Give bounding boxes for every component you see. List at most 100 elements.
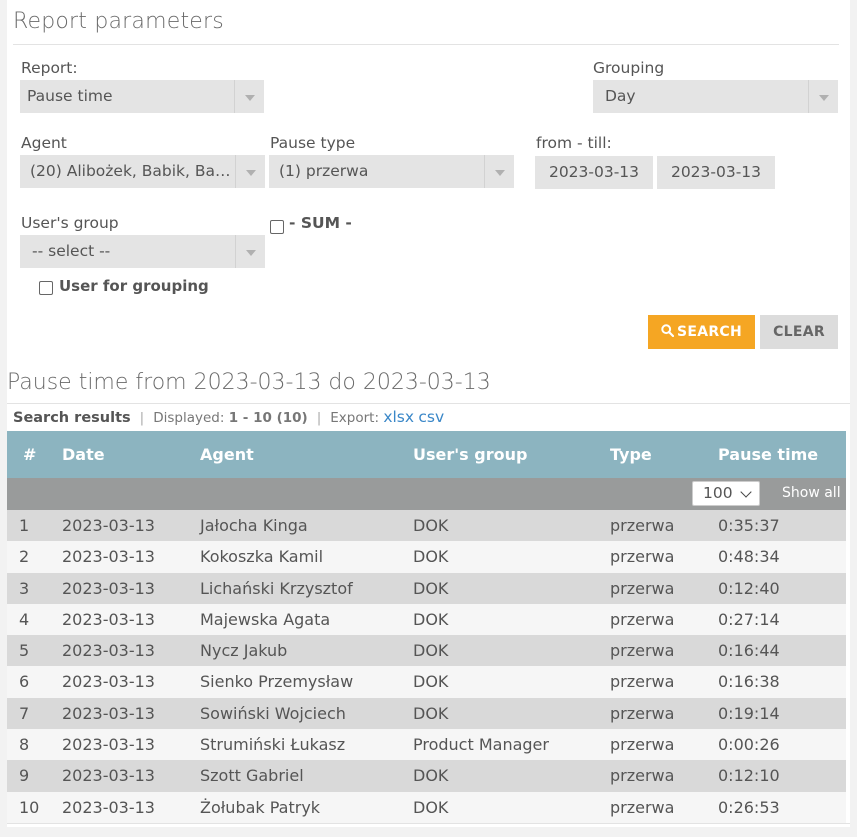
cell-date: 2023-03-13 [62,766,155,786]
cell-pause-time: 0:27:14 [718,609,780,629]
cell-agent: Jałocha Kinga [200,516,308,535]
export-xlsx-link[interactable]: xlsx [383,408,414,426]
cell-date: 2023-03-13 [62,609,155,629]
chevron-down-icon [740,486,752,498]
agent-label: Agent [21,134,67,152]
cell-type: przerwa [610,547,675,567]
table-row[interactable]: 5 2023-03-13 Nycz Jakub DOK przerwa 0:16:44 [7,635,846,667]
column-header-agent[interactable]: Agent [200,431,254,478]
cell-pause-time: 0:35:37 [718,516,780,535]
cell-pause-time: 0:19:14 [718,703,780,723]
separator: | [139,410,145,426]
cell-date: 2023-03-13 [62,516,155,535]
cell-pause-time: 0:48:34 [718,547,780,567]
results-info-bar: Search results | Displayed: 1 - 10 (10) | Ex… [13,408,444,426]
cell-type: przerwa [610,766,675,786]
cell-number: 10 [19,797,40,817]
cell-agent: Żołubak Patryk [200,797,321,817]
chevron-down-icon [234,80,264,113]
cell-users-group: DOK [413,766,449,786]
column-header-number[interactable]: # [23,431,36,478]
cell-users-group: DOK [413,672,449,692]
cell-date: 2023-03-13 [62,672,155,692]
sum-label: - SUM - [289,214,352,232]
cell-agent: Nycz Jakub [200,641,288,661]
results-title: Pause time from 2023-03-13 do 2023-03-13 [7,370,491,395]
pager-bar: 100 Show all [7,478,846,510]
table-row[interactable]: 3 2023-03-13 Lichański Krzysztof DOK przerwa… [7,572,846,604]
cell-date: 2023-03-13 [62,578,155,598]
cell-type: przerwa [610,672,675,692]
pause-type-select[interactable]: (1) przerwa [269,155,514,188]
results-table-body: 1 2023-03-13 Jałocha Kinga DOK przerwa 0:35:3… [7,510,846,823]
user-for-grouping-label: User for grouping [59,277,209,295]
table-row[interactable]: 7 2023-03-13 Sowiński Wojciech DOK przerwa 0:… [7,697,846,730]
cell-number: 7 [19,703,30,723]
cell-number: 8 [19,735,30,755]
chevron-down-icon [235,155,265,188]
cell-users-group: DOK [413,609,449,629]
cell-agent: Majewska Agata [200,609,331,629]
report-select-value: Pause time [27,87,113,105]
report-page: Report parameters Report: Pause time Gro… [7,0,850,827]
cell-users-group: DOK [413,516,449,535]
table-row[interactable]: 8 2023-03-13 Strumiński Łukasz Product Mana… [7,729,846,761]
cell-pause-time: 0:12:10 [718,766,780,786]
cell-number: 3 [19,578,30,598]
cell-type: przerwa [610,797,675,817]
cell-users-group: DOK [413,703,449,723]
table-row[interactable]: 9 2023-03-13 Szott Gabriel DOK przerwa 0:12:1… [7,760,846,792]
report-select[interactable]: Pause time [20,80,264,113]
users-group-select[interactable]: -- select -- [20,235,265,268]
chevron-down-icon [235,235,265,268]
divider [7,403,850,404]
cell-date: 2023-03-13 [62,641,155,661]
user-for-grouping-checkbox[interactable] [39,281,53,295]
table-row[interactable]: 6 2023-03-13 Sienko Przemysław DOK przerwa 0:… [7,666,846,698]
table-row[interactable]: 1 2023-03-13 Jałocha Kinga DOK przerwa 0:35:3… [7,510,846,542]
cell-pause-time: 0:00:26 [718,735,780,755]
cell-agent: Sowiński Wojciech [200,703,346,723]
cell-type: przerwa [610,578,675,598]
divider [7,823,850,824]
chevron-down-icon [808,80,838,113]
table-row[interactable]: 10 2023-03-13 Żołubak Patryk DOK przerwa 0:26… [7,791,846,823]
agent-select[interactable]: (20) Alibożek, Babik, Bańk... [20,155,265,188]
users-group-label: User's group [21,214,119,232]
displayed-value: 1 - 10 (10) [228,410,308,426]
sum-checkbox[interactable] [270,220,284,234]
cell-users-group: DOK [413,641,449,661]
cell-date: 2023-03-13 [62,735,155,755]
date-from-input[interactable]: 2023-03-13 [535,156,653,189]
column-header-type[interactable]: Type [610,431,652,478]
cell-number: 1 [19,516,30,535]
column-header-date[interactable]: Date [62,431,105,478]
users-group-select-value: -- select -- [32,242,111,260]
cell-users-group: DOK [413,797,449,817]
cell-number: 9 [19,766,30,786]
export-csv-link[interactable]: csv [418,408,444,426]
cell-users-group: DOK [413,578,449,598]
column-header-pause-time[interactable]: Pause time [718,431,818,478]
cell-agent: Lichański Krzysztof [200,578,353,598]
cell-pause-time: 0:26:53 [718,797,780,817]
from-till-label: from - till: [536,134,612,152]
date-till-input[interactable]: 2023-03-13 [657,156,775,189]
column-header-users-group[interactable]: User's group [413,431,527,478]
search-button[interactable]: SEARCH [648,315,755,349]
grouping-label: Grouping [593,59,665,77]
grouping-select[interactable]: Day [593,80,838,113]
cell-date: 2023-03-13 [62,797,155,817]
page-size-select[interactable]: 100 [692,481,760,506]
table-row[interactable]: 2 2023-03-13 Kokoszka Kamil DOK przerwa 0:48:… [7,541,846,573]
table-row[interactable]: 4 2023-03-13 Majewska Agata DOK przerwa 0:27:… [7,603,846,636]
cell-number: 5 [19,641,30,661]
agent-select-value: (20) Alibożek, Babik, Bańk... [30,162,249,180]
clear-button[interactable]: CLEAR [760,315,838,349]
cell-type: przerwa [610,516,675,535]
cell-number: 6 [19,672,30,692]
cell-agent: Szott Gabriel [200,766,304,786]
cell-agent: Sienko Przemysław [200,672,354,692]
separator: | [316,410,322,426]
show-all-button[interactable]: Show all [782,478,841,508]
